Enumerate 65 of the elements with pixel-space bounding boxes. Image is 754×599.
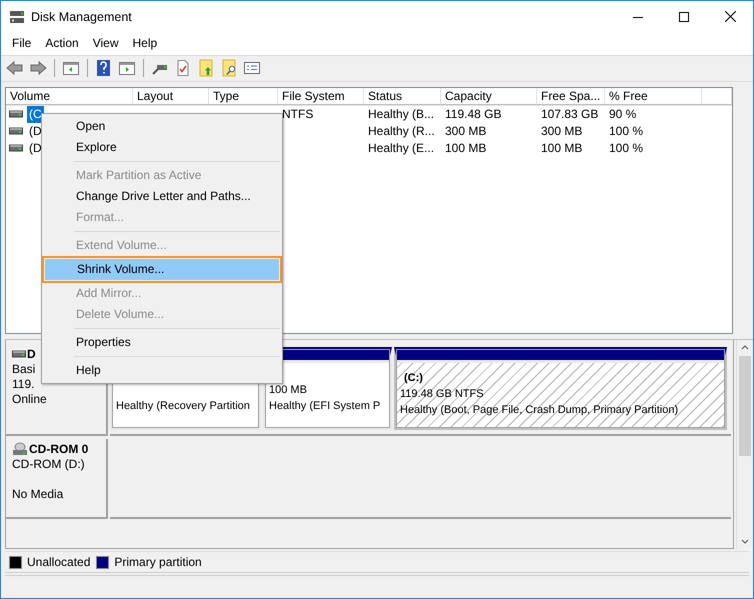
help-icon[interactable] bbox=[95, 59, 113, 78]
table-cell-text: 107.83 GB bbox=[540, 106, 600, 123]
table-cell-text: 100 % bbox=[608, 122, 644, 140]
menu-item[interactable]: Action bbox=[38, 36, 86, 50]
drive-letter[interactable]: (D bbox=[27, 140, 44, 157]
disk-status: No Media bbox=[12, 486, 64, 502]
window-title: Disk Management bbox=[31, 10, 132, 24]
table-cell-text: 119.48 GB bbox=[444, 106, 502, 123]
partition-label: (C:) bbox=[403, 370, 423, 386]
partition-status: Healthy (Recovery Partition bbox=[116, 398, 250, 414]
partition-status: Healthy (EFI System P bbox=[269, 398, 380, 414]
menu-item[interactable]: Help bbox=[126, 36, 164, 50]
table-cell-text: Healthy (B... bbox=[367, 106, 436, 123]
legend-label: Primary partition bbox=[114, 555, 202, 570]
drive-letter[interactable]: (D bbox=[27, 122, 44, 140]
menu-item[interactable]: View bbox=[86, 36, 126, 50]
column-header[interactable]: Volume bbox=[6, 88, 133, 105]
column-header[interactable]: File System bbox=[278, 88, 364, 105]
forward-icon[interactable] bbox=[29, 59, 47, 78]
partition-size: 119.48 GB NTFS bbox=[400, 386, 484, 402]
menu-option[interactable]: Shrink Volume... bbox=[45, 259, 279, 280]
menu-option[interactable]: Open bbox=[44, 116, 280, 137]
cd-drive-icon bbox=[12, 442, 28, 456]
menu-option[interactable]: Change Drive Letter and Paths... bbox=[44, 186, 280, 207]
scroll-bar[interactable] bbox=[736, 340, 753, 550]
column-header[interactable]: % Free bbox=[605, 88, 702, 105]
panel-icon[interactable] bbox=[118, 59, 136, 78]
partition-status: Healthy (Boot, Page File, Crash Dump, Primary Partition) bbox=[400, 402, 678, 418]
table-cell-text: 100 MB bbox=[540, 140, 584, 157]
drive-icon bbox=[12, 350, 26, 358]
disk-type: CD-ROM (D:) bbox=[12, 456, 85, 472]
column-header[interactable]: Capacity bbox=[441, 88, 537, 105]
column-header[interactable]: Free Spa... bbox=[537, 88, 605, 105]
table-cell-text: Healthy (E... bbox=[367, 140, 436, 157]
panel-icon[interactable] bbox=[62, 59, 80, 78]
maximize-icon bbox=[679, 12, 689, 22]
disk-name: CD-ROM 0 bbox=[12, 442, 88, 457]
folder-up-icon[interactable] bbox=[197, 59, 215, 78]
back-icon[interactable] bbox=[6, 59, 24, 78]
table-cell-text: 100 % bbox=[608, 140, 644, 157]
disk-status: Online bbox=[12, 392, 47, 407]
menu-option[interactable]: Explore bbox=[44, 137, 280, 158]
disk-management-icon bbox=[9, 10, 25, 24]
column-header[interactable]: Status bbox=[364, 88, 441, 105]
drive-icon bbox=[9, 144, 23, 152]
table-cell-text: 300 MB bbox=[540, 122, 584, 140]
partition-block[interactable]: (C:) 119.48 GB NTFS Healthy (Boot, Page File, Crash Dump, Primary Partition) bbox=[394, 346, 727, 430]
drive-icon bbox=[9, 127, 23, 136]
legend-label: Unallocated bbox=[27, 555, 90, 570]
column-header[interactable]: Type bbox=[209, 88, 278, 105]
drive-icon bbox=[9, 110, 23, 118]
table-cell-text: 300 MB bbox=[444, 122, 488, 140]
folder-search-icon[interactable] bbox=[220, 59, 238, 78]
table-cell-text: 90 % bbox=[608, 106, 638, 123]
column-header[interactable]: Layout bbox=[133, 88, 209, 105]
disk-name: D bbox=[12, 346, 36, 362]
partition-block[interactable]: 100 MB Healthy (EFI System P bbox=[263, 346, 392, 430]
partition-size: 100 MB bbox=[269, 382, 307, 398]
menu-item[interactable]: File bbox=[5, 36, 38, 50]
disk-type: Basi bbox=[12, 362, 36, 377]
table-cell-text: 100 MB bbox=[444, 140, 488, 157]
table-cell-text: NTFS bbox=[281, 106, 314, 123]
disk-size: 119. bbox=[12, 376, 34, 392]
close-icon bbox=[724, 11, 736, 22]
table-cell-text: Healthy (R... bbox=[367, 122, 436, 140]
